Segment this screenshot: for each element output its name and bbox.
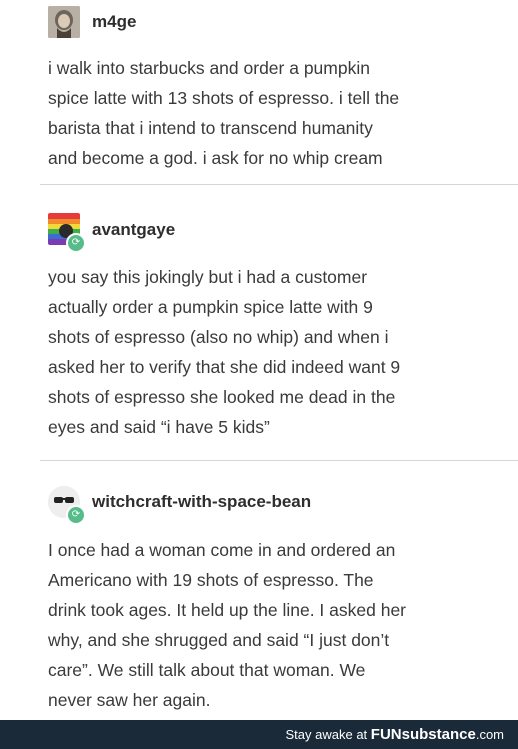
watermark-prefix: Stay awake at [285, 727, 371, 742]
watermark-brand-sub: substance [401, 726, 476, 743]
watermark-brand-suffix: .com [475, 727, 504, 742]
post-text: i walk into starbucks and order a pumpki… [48, 58, 400, 168]
post-text: you say this jokingly but i had a custom… [48, 267, 401, 437]
watermark-bar: Stay awake at FUNsubstance.com [0, 720, 518, 749]
username[interactable]: witchcraft-with-space-bean [92, 492, 311, 512]
post-text: I once had a woman come in and ordered a… [48, 540, 406, 710]
reblog-icon: ⟳ [66, 233, 86, 253]
watermark-brand-fun: FUN [370, 726, 402, 743]
divider [40, 460, 518, 461]
portrait-avatar-icon [48, 6, 80, 38]
watermark-text[interactable]: Stay awake at FUNsubstance.com [286, 726, 504, 743]
divider [40, 184, 518, 185]
avatar-m4ge[interactable] [48, 6, 80, 38]
username[interactable]: m4ge [92, 12, 136, 32]
username[interactable]: avantgaye [92, 220, 175, 240]
reblog-icon: ⟳ [66, 505, 86, 525]
